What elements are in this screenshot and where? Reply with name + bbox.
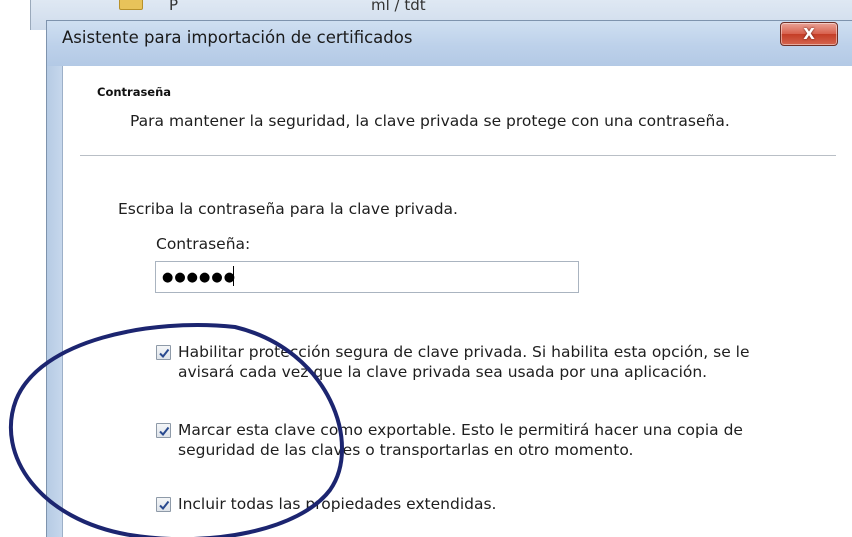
section-description: Para mantener la seguridad, la clave pri… (130, 112, 730, 130)
checkmark-icon (159, 348, 170, 359)
option-label-line1: Habilitar protección segura de clave pri… (178, 343, 750, 361)
background-window-text-2: ml / tdt (371, 0, 426, 14)
checkbox-exportable[interactable] (156, 423, 171, 438)
section-title: Contraseña (97, 85, 172, 99)
dialog-content (62, 66, 852, 537)
option-label-line1: Marcar esta clave como exportable. Esto … (178, 421, 743, 439)
dialog-frame-left (46, 66, 62, 537)
background-window-text: P (169, 0, 179, 14)
text-caret (233, 266, 234, 286)
checkmark-icon (159, 426, 170, 437)
close-icon: X (803, 25, 815, 43)
folder-icon (119, 0, 143, 10)
checkmark-icon (159, 500, 170, 511)
option-label-line2: avisará cada vez que la clave privada se… (178, 363, 708, 381)
password-prompt: Escriba la contraseña para la clave priv… (118, 200, 458, 218)
checkbox-extended-properties[interactable] (156, 497, 171, 512)
password-label: Contraseña: (156, 235, 251, 253)
checkbox-secure-protection[interactable] (156, 345, 171, 360)
password-input[interactable] (155, 261, 579, 293)
option-label: Incluir todas las propiedades extendidas… (178, 495, 497, 513)
dialog-title: Asistente para importación de certificad… (62, 28, 413, 47)
option-label-line2: seguridad de las claves o transportarlas… (178, 441, 634, 459)
close-button[interactable]: X (780, 22, 838, 46)
header-divider (80, 155, 836, 157)
